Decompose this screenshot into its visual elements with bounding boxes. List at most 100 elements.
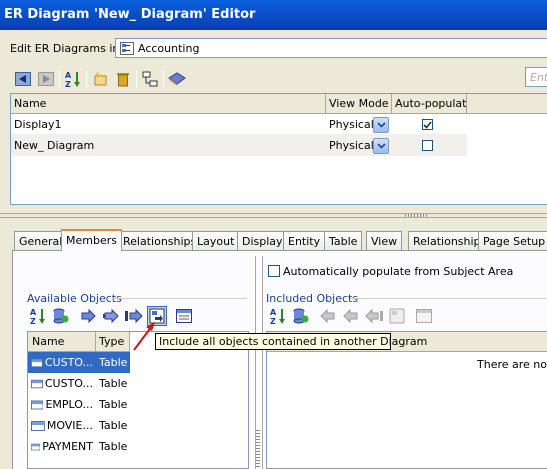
sort-az-icon: AZ	[65, 71, 80, 88]
database-filter-button[interactable]	[291, 306, 311, 326]
svg-text:Z: Z	[65, 80, 71, 88]
window-title-bar[interactable]: ER Diagram 'New_ Diagram' Editor	[0, 0, 547, 30]
table-row[interactable]: New_ Diagram Physical	[11, 135, 467, 156]
table-icon	[31, 379, 43, 388]
toolbar-separator	[163, 70, 164, 88]
list-item[interactable]: CUSTO... Table	[28, 373, 130, 394]
include-selected-button[interactable]	[78, 306, 98, 326]
row-name: New_ Diagram	[14, 139, 95, 152]
folder-diagram-icon	[120, 41, 134, 55]
included-objects-title: Included Objects	[266, 292, 359, 305]
remove-selected-button[interactable]	[318, 306, 338, 326]
object-type-cell: Table	[99, 377, 128, 390]
column-header-name[interactable]: Name	[28, 332, 96, 352]
diagram-toolbar: AZ	[13, 69, 187, 89]
book-icon	[168, 72, 186, 86]
include-related-button[interactable]	[101, 306, 121, 326]
diagram-export-icon	[389, 308, 405, 324]
list-item[interactable]: MOVIE... Table	[28, 415, 130, 436]
column-header-view-mode[interactable]: View Mode	[326, 94, 392, 114]
list-item[interactable]: CUSTO... Table	[28, 352, 130, 373]
column-header-type[interactable]: Type	[96, 332, 130, 352]
new-button[interactable]	[90, 69, 110, 89]
properties-button[interactable]	[174, 306, 194, 326]
arrow-left-icon	[320, 309, 335, 323]
toolbar-separator	[86, 70, 87, 88]
location-field[interactable]: Accounting	[115, 38, 547, 58]
auto-populate-subject-area-checkbox[interactable]	[268, 265, 280, 277]
tab-relationships[interactable]: Relationships	[118, 231, 202, 250]
table-icon	[31, 443, 41, 450]
properties-button[interactable]	[167, 69, 187, 89]
list-item[interactable]: PAYMENT Table	[28, 436, 130, 457]
location-value: Accounting	[138, 41, 200, 55]
column-header-auto-populate[interactable]: Auto-populate	[392, 94, 473, 114]
tab-entity[interactable]: Entity	[283, 231, 326, 250]
object-type-cell: Table	[96, 352, 130, 373]
checkmark-icon	[423, 120, 432, 129]
move-left-button[interactable]	[13, 69, 33, 89]
tab-layout[interactable]: Layout	[192, 231, 240, 250]
remove-all-button[interactable]	[364, 306, 384, 326]
tooltip: Include all objects contained in another…	[155, 333, 427, 350]
hierarchy-button[interactable]	[140, 69, 160, 89]
object-name-cell: MOVIE...	[28, 415, 96, 436]
properties-icon	[176, 309, 192, 323]
tab-page-setup[interactable]: Page Setup	[478, 231, 547, 250]
object-type-cell: Table	[99, 419, 128, 432]
toolbar-separator	[74, 307, 75, 325]
auto-populate-checkbox[interactable]	[422, 119, 433, 130]
pane-divider	[262, 256, 263, 469]
included-objects-list: There are no it	[266, 331, 547, 469]
column-header-filler	[467, 94, 547, 114]
table-icon	[31, 400, 44, 409]
object-name-cell: EMPLO...	[28, 394, 96, 415]
sort-az-button[interactable]: AZ	[63, 69, 83, 89]
location-label: Edit ER Diagrams in:	[10, 42, 124, 55]
svg-text:A: A	[65, 71, 72, 80]
hierarchy-icon	[142, 71, 158, 87]
sort-az-icon: AZ	[270, 308, 285, 325]
toolbar-separator	[314, 307, 315, 325]
row-view-mode: Physical	[329, 139, 374, 152]
arrow-left-icon	[15, 72, 31, 86]
view-mode-dropdown[interactable]	[373, 117, 389, 133]
tab-relationship[interactable]: Relationship	[408, 231, 486, 250]
new-item-icon	[94, 72, 107, 86]
available-toolbar: AZ	[28, 306, 194, 326]
table-row[interactable]: Display1 Physical	[11, 114, 467, 135]
move-right-button[interactable]	[36, 69, 56, 89]
exclude-diagram-button[interactable]	[387, 306, 407, 326]
arrow-left-icon	[343, 309, 358, 323]
tab-general[interactable]: General	[14, 231, 68, 250]
delete-button[interactable]	[113, 69, 133, 89]
object-name-cell: CUSTO...	[28, 373, 96, 394]
tab-members[interactable]: Members	[61, 229, 122, 251]
tab-table[interactable]: Table	[324, 231, 363, 250]
arrow-right-icon	[38, 72, 54, 86]
splitter[interactable]	[0, 213, 547, 218]
toolbar-separator	[170, 307, 171, 325]
view-mode-dropdown[interactable]	[373, 138, 389, 154]
remove-related-button[interactable]	[341, 306, 361, 326]
sort-az-button[interactable]: AZ	[28, 306, 48, 326]
column-header-name[interactable]: Name	[11, 94, 326, 114]
sort-az-icon: AZ	[30, 308, 45, 325]
auto-populate-subject-area-label: Automatically populate from Subject Area	[283, 265, 514, 278]
auto-populate-checkbox[interactable]	[422, 140, 433, 151]
window-title: ER Diagram 'New_ Diagram' Editor	[4, 7, 256, 22]
properties-button[interactable]	[414, 306, 434, 326]
list-item[interactable]: EMPLO... Table	[28, 394, 130, 415]
database-filter-button[interactable]	[51, 306, 71, 326]
trash-icon	[117, 73, 129, 87]
database-icon	[293, 308, 309, 324]
table-icon	[31, 358, 43, 367]
tab-view[interactable]: View	[366, 231, 403, 250]
row-name: Display1	[14, 118, 62, 131]
sort-az-button[interactable]: AZ	[268, 306, 288, 326]
tab-display[interactable]: Display	[237, 231, 288, 250]
pane-splitter-grip[interactable]	[256, 430, 260, 469]
included-toolbar: AZ	[268, 306, 434, 326]
group-line	[350, 298, 547, 299]
search-input[interactable]: Ent	[525, 67, 547, 87]
